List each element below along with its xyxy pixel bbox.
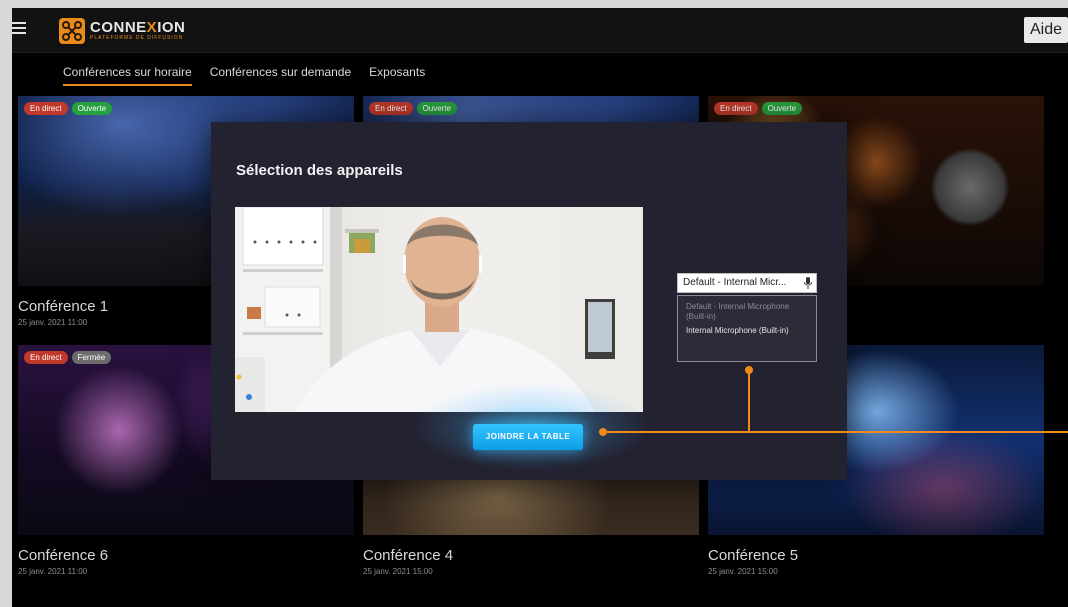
conference-title: Conférence 4 (363, 547, 454, 564)
conference-date: 25 janv. 2021 11:00 (18, 567, 88, 576)
conference-date: 25 janv. 2021 15:00 (363, 567, 433, 576)
join-table-button[interactable]: JOINDRE LA TABLE (473, 424, 583, 450)
status-badge-live: En direct (369, 102, 413, 115)
connexion-logo-icon (59, 18, 85, 44)
tab-scheduled[interactable]: Conférences sur horaire (63, 65, 192, 86)
tab-on-demand[interactable]: Conférences sur demande (210, 65, 351, 86)
brand-logo[interactable]: CONNEXION PLATEFORME DE DIFFUSION (58, 17, 185, 45)
microphone-options-list: Default - Internal Microphone (Built-in)… (677, 295, 817, 362)
microphone-option[interactable]: Internal Microphone (Built-in) (686, 326, 808, 336)
brand-name: CONNEXION (90, 19, 186, 36)
app-frame: CONNEXION PLATEFORME DE DIFFUSION Aide C… (12, 8, 1068, 607)
status-badge-open: Ouverte (71, 102, 113, 115)
status-badge-live: En direct (24, 102, 68, 115)
conference-title: Conférence 5 (708, 547, 799, 564)
microphone-icon (804, 277, 812, 289)
conference-date: 25 janv. 2021 15:00 (708, 567, 778, 576)
microphone-option[interactable]: Default - Internal Microphone (Built-in) (686, 302, 808, 322)
top-bar: CONNEXION PLATEFORME DE DIFFUSION Aide (12, 8, 1068, 53)
modal-title: Sélection des appareils (236, 162, 403, 179)
device-selection-modal: Sélection des appareils Default - Intern… (211, 122, 847, 480)
camera-preview (235, 207, 643, 412)
tab-bar: Conférences sur horaire Conférences sur … (63, 65, 425, 86)
conference-title: Conférence 6 (18, 547, 109, 564)
microphone-select-value: Default - Internal Micr... (683, 277, 787, 288)
tab-exhibitors[interactable]: Exposants (369, 65, 425, 86)
camera-preview-image (235, 207, 615, 412)
help-button[interactable]: Aide (1023, 17, 1068, 43)
status-badge-live: En direct (714, 102, 758, 115)
brand-tagline: PLATEFORME DE DIFFUSION (90, 35, 184, 41)
hamburger-icon[interactable] (12, 22, 26, 36)
status-badge-open: Ouverte (416, 102, 458, 115)
microphone-select[interactable]: Default - Internal Micr... (677, 273, 817, 293)
status-badge-closed: Fermée (71, 351, 112, 364)
status-badge-open: Ouverte (761, 102, 803, 115)
status-badge-live: En direct (24, 351, 68, 364)
